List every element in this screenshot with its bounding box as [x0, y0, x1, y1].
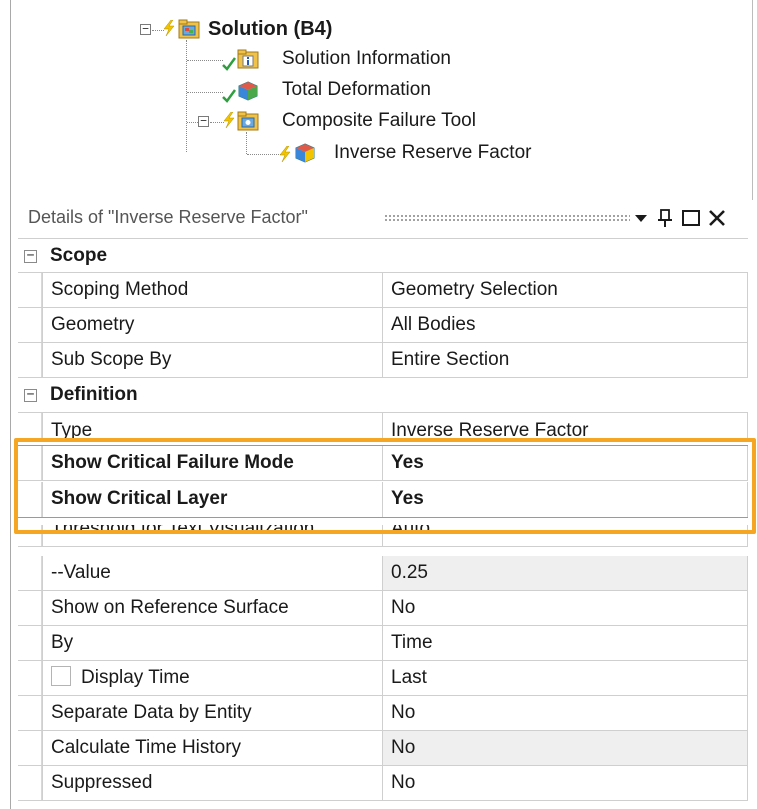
property-row-show-critical-layer[interactable]: Show Critical Layer Yes [18, 482, 748, 518]
property-value[interactable]: Yes [383, 482, 748, 517]
property-row-value[interactable]: --Value 0.25 [18, 556, 748, 591]
property-name: --Value [42, 556, 383, 590]
property-value[interactable]: 0.25 [383, 556, 748, 590]
property-name: Scoping Method [42, 273, 383, 307]
lightning-icon [163, 20, 175, 36]
dropdown-arrow-icon[interactable] [630, 207, 652, 229]
tree-item-composite-failure-tool[interactable]: Composite Failure Tool [282, 110, 476, 132]
property-value[interactable]: Geometry Selection [383, 273, 748, 307]
tree-item-total-deformation[interactable]: Total Deformation [282, 79, 431, 101]
property-value[interactable]: No [383, 731, 748, 765]
frame-border-right [752, 0, 753, 200]
property-row-suppressed[interactable]: Suppressed No [18, 766, 748, 801]
property-row-display-time[interactable]: Display Time Last [18, 661, 748, 696]
details-panel-header: Details of "Inverse Reserve Factor" [18, 202, 748, 234]
solution-information-icon [237, 49, 259, 69]
tree-expander-solution[interactable]: − [140, 23, 151, 35]
property-value[interactable]: Time [383, 626, 748, 660]
category-expander-definition[interactable]: − [24, 388, 37, 402]
tree-connector [246, 132, 247, 154]
tree-expander-composite-failure-tool[interactable]: − [198, 115, 209, 127]
property-row-by[interactable]: By Time [18, 626, 748, 661]
property-name: Separate Data by Entity [42, 696, 383, 730]
pin-icon[interactable] [654, 207, 676, 229]
display-time-checkbox[interactable] [51, 666, 71, 687]
property-value[interactable]: No [383, 766, 748, 800]
property-name: Suppressed [42, 766, 383, 800]
maximize-icon[interactable] [680, 207, 702, 229]
property-row-geometry[interactable]: Geometry All Bodies [18, 308, 748, 343]
property-name: Calculate Time History [42, 731, 383, 765]
property-row-show-critical-failure-mode[interactable]: Show Critical Failure Mode Yes [18, 445, 748, 481]
property-name: Sub Scope By [42, 343, 383, 377]
composite-failure-folder-icon [237, 111, 259, 131]
property-name: By [42, 626, 383, 660]
property-name: Geometry [42, 308, 383, 342]
category-expander-scope[interactable]: − [24, 249, 37, 263]
property-value[interactable]: No [383, 696, 748, 730]
property-value[interactable]: Entire Section [383, 343, 748, 377]
tree-item-solution-information[interactable]: Solution Information [282, 48, 451, 70]
tree-item-solution[interactable]: Solution (B4) [208, 18, 332, 40]
category-label-scope: Scope [50, 245, 108, 266]
solution-folder-icon [178, 19, 200, 39]
property-value[interactable]: Yes [383, 446, 748, 480]
tree-connector [187, 60, 223, 61]
result-cube-icon [295, 143, 315, 163]
property-value[interactable]: Inverse Reserve Factor [383, 413, 748, 438]
property-name: Type [42, 413, 383, 438]
property-row-calculate-time-history[interactable]: Calculate Time History No [18, 731, 748, 766]
checkmark-icon [222, 89, 236, 103]
property-row-type[interactable]: Type Inverse Reserve Factor [18, 413, 748, 439]
mechanical-window: − Solution (B4) Solution Information Tot… [0, 0, 757, 809]
property-row-show-on-reference-surface[interactable]: Show on Reference Surface No [18, 591, 748, 626]
tree-connector [187, 92, 223, 93]
property-row-sub-scope-by[interactable]: Sub Scope By Entire Section [18, 343, 748, 378]
tree-item-inverse-reserve-factor[interactable]: Inverse Reserve Factor [334, 142, 531, 164]
checkmark-icon [222, 57, 236, 71]
lightning-icon [279, 146, 291, 162]
frame-border-left [10, 0, 11, 809]
close-icon[interactable] [706, 207, 728, 229]
property-value[interactable]: Last [383, 661, 748, 695]
property-value[interactable]: No [383, 591, 748, 625]
property-name-with-checkbox: Display Time [42, 661, 383, 695]
result-cube-icon [238, 81, 258, 101]
property-name: Show Critical Layer [42, 482, 383, 517]
details-panel-title: Details of "Inverse Reserve Factor" [28, 207, 308, 227]
lightning-icon [223, 112, 235, 128]
property-name: Display Time [81, 667, 190, 688]
category-row-definition[interactable]: − Definition [18, 378, 748, 413]
property-row-separate-data-by-entity[interactable]: Separate Data by Entity No [18, 696, 748, 731]
property-name: Show Critical Failure Mode [42, 446, 383, 480]
property-value[interactable]: Auto [383, 525, 748, 546]
header-grip[interactable] [384, 214, 630, 222]
tree-connector [187, 122, 198, 123]
property-name: Threshold for Text Visualization [42, 525, 383, 546]
property-row-scoping-method[interactable]: Scoping Method Geometry Selection [18, 273, 748, 308]
property-row-threshold-for-text-visualization[interactable]: Threshold for Text Visualization Auto [18, 525, 748, 547]
tree-connector [186, 40, 187, 152]
category-label-definition: Definition [50, 384, 138, 405]
property-name: Show on Reference Surface [42, 591, 383, 625]
category-row-scope[interactable]: − Scope [18, 238, 748, 273]
property-value[interactable]: All Bodies [383, 308, 748, 342]
